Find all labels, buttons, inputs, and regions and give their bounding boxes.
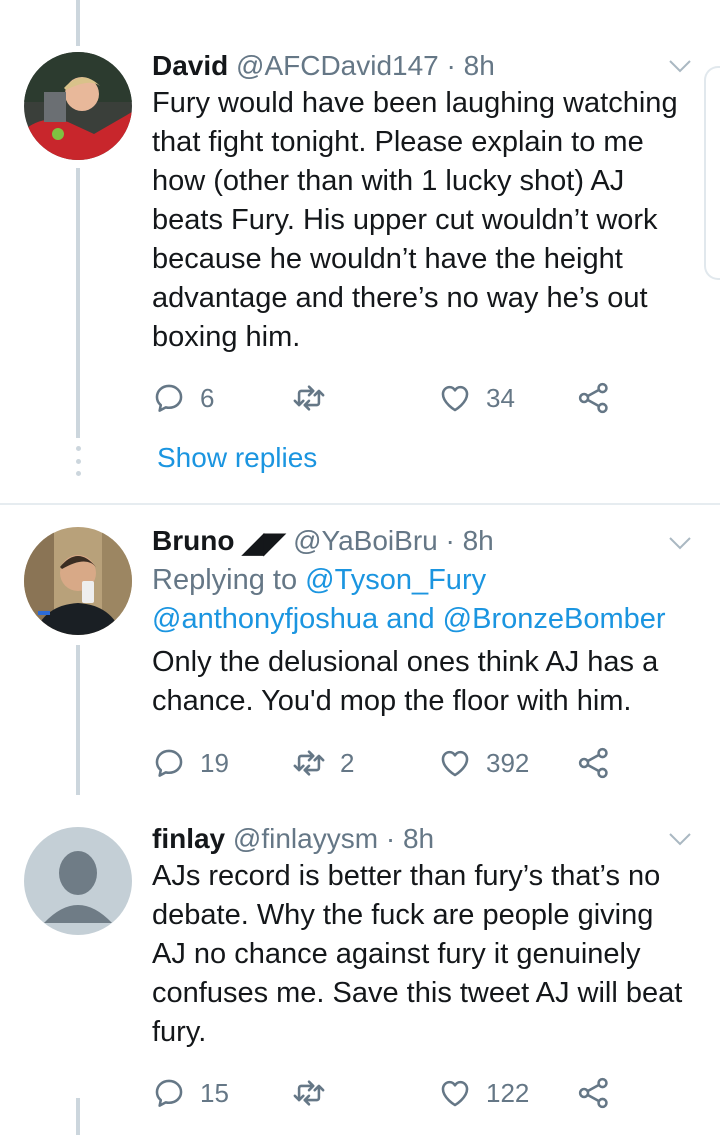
retweet-icon	[293, 1080, 325, 1106]
reply-count: 6	[200, 382, 215, 413]
like-count: 122	[486, 1077, 530, 1108]
reply-button[interactable]: 19	[152, 743, 229, 783]
heart-icon	[441, 750, 469, 777]
reply-icon	[155, 384, 183, 412]
tweet-actions: 6 34	[152, 378, 632, 418]
share-icon	[578, 1077, 608, 1109]
replying-to-and: and	[378, 602, 443, 635]
reply-count: 15	[200, 1077, 229, 1108]
tweet-actions: 15 122	[152, 1073, 632, 1113]
tweet[interactable]: Bruno ◢◤ @YaBoiBru · 8h Replying to @Tys…	[0, 505, 720, 815]
separator: ·	[385, 823, 396, 854]
like-count: 34	[486, 382, 515, 413]
replying-to: Replying to @Tyson_Fury @anthonyfjoshua …	[152, 561, 690, 639]
heart-icon	[441, 1080, 469, 1107]
tweet-header: Bruno ◢◤ @YaBoiBru · 8h	[152, 523, 690, 561]
retweet-count: 2	[340, 747, 355, 778]
user-handle[interactable]: @finlayysm	[233, 823, 378, 854]
reply-button[interactable]: 15	[152, 1073, 229, 1113]
display-name[interactable]: Bruno	[152, 525, 234, 556]
share-button[interactable]	[577, 743, 611, 783]
reply-count: 19	[200, 747, 229, 778]
retweet-button[interactable]	[292, 1073, 340, 1113]
separator: ·	[446, 50, 456, 81]
heart-icon	[441, 385, 469, 412]
tweet-header: David @AFCDavid147 · 8h	[152, 48, 690, 84]
retweet-button[interactable]: 2	[292, 743, 354, 783]
user-handle[interactable]: @AFCDavid147	[236, 50, 439, 81]
reply-icon	[155, 749, 183, 777]
tweet-actions: 19 2 392	[152, 743, 632, 783]
timestamp[interactable]: 8h	[463, 525, 494, 556]
tweet-text: Only the delusional ones think AJ has a …	[152, 645, 659, 717]
name-emoji: ◢◤	[242, 526, 286, 558]
default-avatar-icon	[24, 827, 132, 935]
like-count: 392	[486, 747, 530, 778]
mention-link[interactable]: @BronzeBomber	[443, 603, 666, 635]
mention-link[interactable]: @Tyson_Fury	[305, 564, 486, 596]
share-icon	[578, 747, 608, 779]
tweet-text: AJs record is better than fury’s that’s …	[152, 860, 683, 1048]
share-button[interactable]	[577, 378, 611, 418]
retweet-button[interactable]	[292, 378, 340, 418]
display-name[interactable]: finlay	[152, 823, 225, 854]
tweet[interactable]: finlay @finlayysm · 8h AJs record is bet…	[0, 815, 720, 1135]
separator: ·	[445, 525, 455, 556]
tweet[interactable]: David @AFCDavid147 · 8h Fury would have …	[0, 0, 720, 500]
avatar-photo	[24, 527, 132, 635]
reply-button[interactable]: 6	[152, 378, 214, 418]
tweet-text: Fury would have been laughing watching t…	[152, 87, 678, 353]
retweet-icon	[293, 385, 325, 411]
replying-to-label: Replying to	[152, 563, 306, 596]
like-button[interactable]: 34	[438, 378, 515, 418]
avatar[interactable]	[24, 527, 132, 635]
mention-link[interactable]: @anthonyfjoshua	[152, 603, 378, 635]
tweet-header: finlay @finlayysm · 8h	[152, 821, 690, 857]
show-replies-link[interactable]: Show replies	[157, 442, 317, 474]
user-handle[interactable]: @YaBoiBru	[293, 525, 438, 556]
share-button[interactable]	[577, 1073, 611, 1113]
timestamp[interactable]: 8h	[464, 50, 495, 81]
retweet-icon	[293, 750, 325, 776]
timestamp[interactable]: 8h	[403, 823, 434, 854]
avatar[interactable]	[24, 827, 132, 935]
display-name[interactable]: David	[152, 50, 228, 81]
avatar[interactable]	[24, 52, 132, 160]
like-button[interactable]: 122	[438, 1073, 529, 1113]
like-button[interactable]: 392	[438, 743, 529, 783]
reply-icon	[155, 1079, 183, 1107]
avatar-photo	[24, 52, 132, 160]
share-icon	[578, 382, 608, 414]
